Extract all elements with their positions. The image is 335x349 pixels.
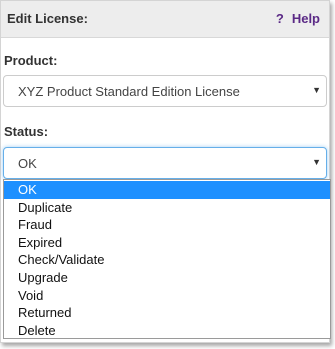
help-label: Help — [291, 11, 320, 26]
product-select[interactable]: XYZ Product Standard Edition License ▼ — [3, 75, 327, 107]
status-dropdown-list: OK Duplicate Fraud Expired Check/Validat… — [3, 179, 331, 339]
status-option-returned[interactable]: Returned — [4, 304, 330, 322]
status-option-void[interactable]: Void — [4, 287, 330, 305]
status-option-ok[interactable]: OK — [4, 181, 330, 199]
edit-license-panel: Edit License: ? Help Product: XYZ Produc… — [0, 0, 331, 343]
dropdown-arrow-icon: ▼ — [312, 85, 321, 95]
status-option-upgrade[interactable]: Upgrade — [4, 269, 330, 287]
status-option-expired[interactable]: Expired — [4, 234, 330, 252]
status-option-duplicate[interactable]: Duplicate — [4, 199, 330, 217]
status-select[interactable]: OK ▼ — [3, 147, 327, 179]
panel-title: Edit License: — [7, 11, 88, 26]
status-option-delete[interactable]: Delete — [4, 322, 330, 340]
question-mark-icon: ? — [275, 10, 284, 26]
status-option-check-validate[interactable]: Check/Validate — [4, 251, 330, 269]
status-option-fraud[interactable]: Fraud — [4, 216, 330, 234]
product-select-value: XYZ Product Standard Edition License — [18, 84, 240, 99]
help-link[interactable]: ? Help — [276, 11, 320, 26]
dropdown-arrow-icon: ▼ — [312, 157, 321, 167]
status-select-value: OK — [18, 156, 37, 171]
product-label: Product: — [4, 53, 58, 68]
status-label: Status: — [4, 124, 49, 139]
panel-header: Edit License: ? Help — [1, 1, 329, 38]
